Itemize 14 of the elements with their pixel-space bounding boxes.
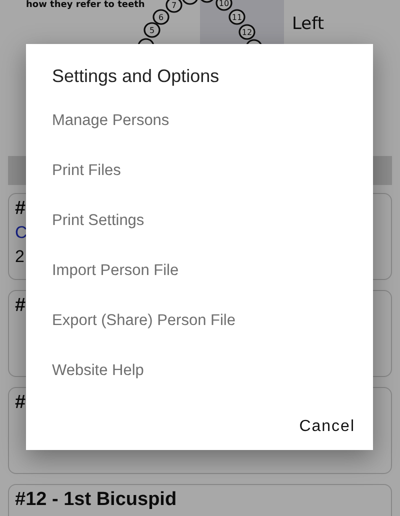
tooth-number: 11 [232, 13, 242, 22]
diagram-caption: how they refer to teeth [26, 0, 145, 10]
tooth-number: 7 [171, 1, 177, 10]
tooth-number: 6 [158, 13, 164, 22]
card-title: #12 - 1st Bicuspid [15, 488, 177, 512]
tooth-number: 12 [242, 28, 252, 37]
side-label: Left [292, 13, 324, 36]
tooth-number: 10 [218, 0, 230, 8]
tooth-number: 5 [149, 26, 155, 35]
card-text: 2 [15, 246, 24, 268]
card-title: # [15, 197, 26, 221]
card-title: # [15, 391, 26, 415]
card-title: # [15, 294, 26, 318]
dialog-title: Settings and Options [52, 65, 220, 88]
